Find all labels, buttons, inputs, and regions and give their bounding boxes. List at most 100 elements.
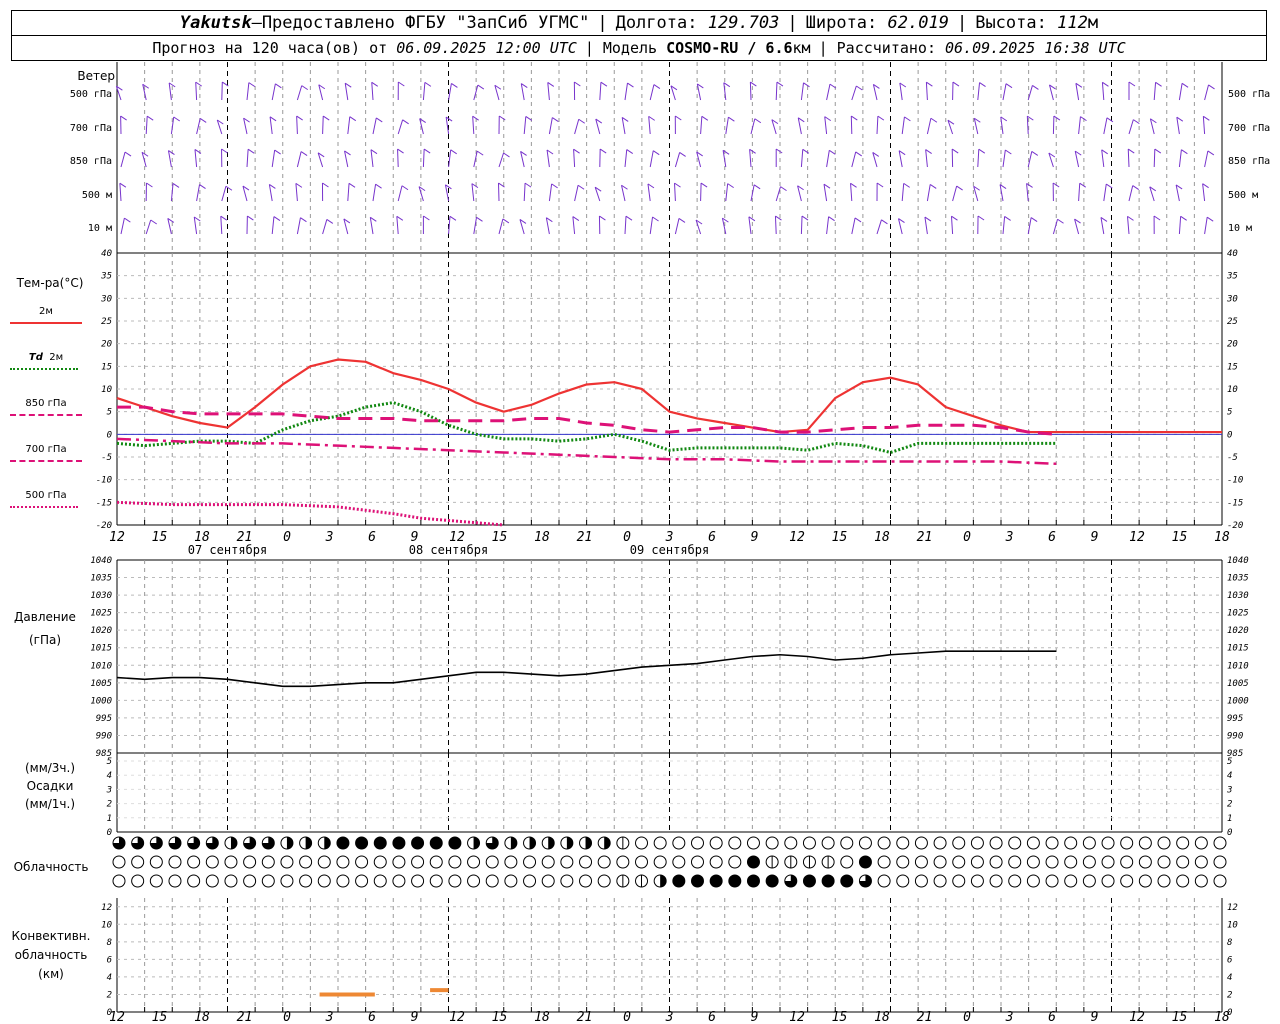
wind-barb-flag — [678, 217, 686, 223]
wind-barb-shaft — [649, 150, 654, 168]
cloud-symbol — [1120, 836, 1134, 850]
temp-ytick-right: -20 — [1227, 521, 1243, 531]
wind-barb-flag — [1079, 182, 1087, 188]
cloud-symbol — [243, 855, 257, 869]
time-label-top: 21 — [577, 530, 593, 545]
precip-ytick-left: 1 — [107, 814, 112, 824]
conv-ytick-left: 8 — [107, 938, 112, 948]
wind-barb-flag — [349, 116, 357, 122]
wind-barb-shaft — [371, 82, 374, 101]
cloud-symbol — [877, 836, 891, 850]
wind-barb-shaft — [1178, 83, 1183, 101]
cloud-symbol — [467, 874, 481, 888]
wind-barb-shaft — [648, 116, 651, 135]
wind-barb-flag — [750, 81, 757, 87]
wind-barb-flag — [753, 184, 761, 190]
wind-barb-shaft — [548, 183, 553, 202]
cloud-symbol-full — [859, 856, 872, 868]
wind-barb-shaft — [119, 183, 122, 202]
wind-barb-flag — [851, 115, 858, 121]
cloud-symbol — [1138, 836, 1152, 850]
wind-barb-shaft — [647, 183, 651, 202]
wind-barb-shaft — [1178, 216, 1182, 235]
wind-barb-shaft — [926, 184, 931, 202]
cloud-symbol — [1026, 855, 1040, 869]
cloud-symbol — [970, 836, 984, 850]
time-label-top: 9 — [751, 530, 759, 545]
wind-level-left: 850 гПа — [70, 156, 112, 167]
precip-ytick-left: 0 — [107, 828, 112, 838]
wind-barb-flag — [119, 182, 127, 188]
wind-barb-flag — [498, 115, 506, 121]
cloud-symbol — [1045, 855, 1059, 869]
cloud-symbol — [933, 874, 947, 888]
wind-barb-shaft — [876, 219, 882, 235]
wind-barb-shaft — [1204, 217, 1208, 235]
wind-barb-shaft — [1078, 183, 1081, 202]
temp-ytick-right: -5 — [1227, 453, 1238, 463]
wind-barb-shaft — [545, 217, 550, 235]
conv-ytick-left: 0 — [107, 1008, 112, 1018]
wind-barb-flag — [652, 216, 659, 222]
pressure-ytick-left: 1020 — [90, 626, 112, 636]
wind-barb-flag — [653, 84, 661, 89]
pressure-title: Давление — [14, 610, 76, 624]
cloud-symbol — [653, 855, 667, 869]
cloud-symbol-half — [529, 837, 536, 849]
wind-barb-flag — [775, 215, 782, 221]
wind-barb-flag — [850, 182, 857, 188]
wind-barb-flag — [600, 81, 608, 87]
conv-title-2: облачность — [14, 948, 88, 962]
wind-barb-flag — [1128, 81, 1136, 87]
cloud-symbol — [672, 855, 686, 869]
time-label-bottom: 3 — [665, 1010, 674, 1024]
time-label-bottom: 15 — [1172, 1010, 1188, 1024]
cloud-symbol — [746, 836, 760, 850]
wind-barb-shaft — [725, 183, 729, 202]
time-label-top: 12 — [109, 530, 125, 545]
wind-barb-flag — [952, 81, 960, 87]
cloud-symbol — [1045, 874, 1059, 888]
wind-barb-shaft — [800, 149, 804, 168]
temp-ytick-right: 30 — [1226, 294, 1238, 304]
cloud-symbol — [1176, 836, 1190, 850]
time-label-bottom: 6 — [368, 1010, 376, 1024]
wind-barb-flag — [451, 83, 458, 88]
wind-barb-flag — [120, 115, 127, 121]
wind-barb-shaft — [295, 183, 298, 202]
wind-barb-flag — [1057, 218, 1064, 224]
cloud-symbol — [280, 874, 294, 888]
time-label-top: 18 — [534, 530, 550, 545]
cloud-symbol — [299, 855, 313, 869]
cloud-symbol-half — [230, 837, 237, 849]
cloud-symbol — [1008, 836, 1022, 850]
wind-barb-shaft — [221, 186, 227, 202]
wind-barb-flag — [375, 183, 382, 189]
cloud-symbol — [1082, 855, 1096, 869]
pressure-ytick-right: 1005 — [1227, 679, 1249, 689]
wind-barb-shaft — [1202, 183, 1206, 202]
time-label-top: 12 — [789, 530, 805, 545]
wind-barb-shaft — [422, 82, 426, 101]
wind-barb-flag — [951, 215, 958, 221]
wind-barb-shaft — [547, 82, 550, 101]
wind-barb-flag — [679, 152, 686, 157]
wind-barb-shaft — [850, 116, 853, 135]
wind-barb-shaft — [370, 149, 374, 168]
cloud-symbol — [187, 855, 201, 869]
wind-barb-flag — [300, 151, 308, 156]
temp-ytick-right: -10 — [1227, 476, 1243, 486]
wind-barb-shaft — [574, 185, 579, 202]
cloud-symbol-full — [728, 875, 741, 887]
cloud-symbol — [224, 855, 238, 869]
cloud-symbol — [933, 836, 947, 850]
wind-barb-shaft — [824, 116, 828, 135]
wind-barb-flag — [296, 115, 303, 121]
wind-barb-shaft — [344, 83, 349, 101]
wind-title: Ветер — [77, 69, 115, 83]
conv-ytick-left: 6 — [107, 955, 112, 965]
wind-barb-shaft — [898, 150, 903, 168]
wind-barb-shaft — [1127, 149, 1130, 168]
cloud-symbol — [1082, 836, 1096, 850]
temp-series-3 — [116, 437, 1057, 466]
